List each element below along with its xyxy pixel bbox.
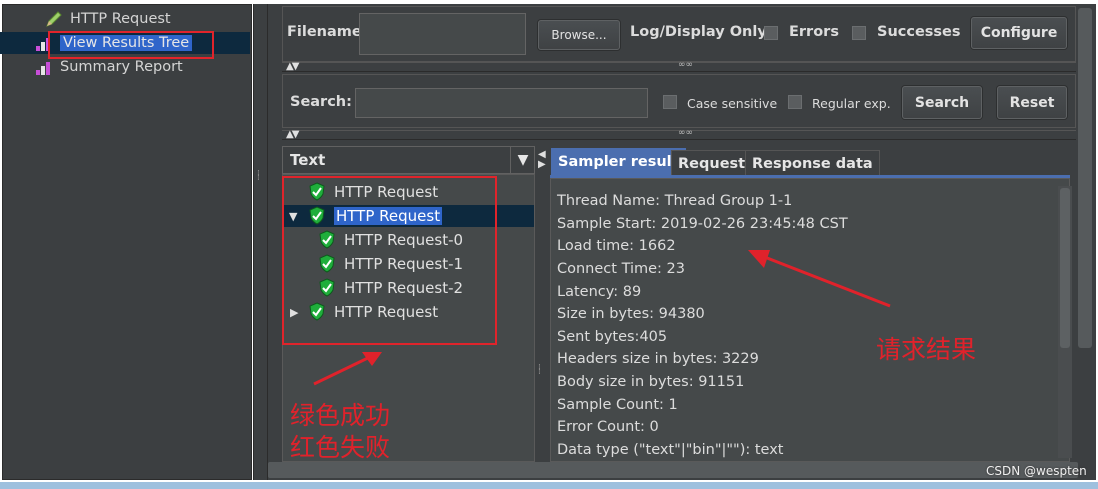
pencil-icon — [44, 10, 64, 28]
case-sensitive-label: Case sensitive — [687, 96, 778, 111]
drag-handle-icon: ∞∞ — [678, 128, 693, 138]
tree-item-summary-report[interactable]: Summary Report — [34, 56, 183, 78]
annotation-failure: 红色失败 — [290, 433, 391, 462]
outer-vertical-scrollbar[interactable] — [1078, 8, 1092, 348]
result-line: Thread Name: Thread Group 1-1 — [557, 193, 793, 209]
annotation-arrow-left — [313, 354, 373, 386]
collapse-arrows-icon[interactable]: ▲▼ — [286, 129, 299, 140]
tree-item-label: Summary Report — [60, 59, 183, 75]
collapse-separator-1[interactable]: ▲▼ ∞∞ — [282, 60, 1076, 72]
filename-input[interactable] — [359, 13, 526, 55]
chart-icon — [34, 58, 54, 76]
horizontal-scrollbar[interactable] — [268, 462, 1078, 478]
annotation-success: 绿色成功 — [290, 401, 391, 430]
arrowhead-right — [748, 250, 770, 268]
regular-exp-label: Regular exp. — [812, 96, 891, 111]
highlight-box-result-tree — [282, 176, 497, 345]
result-line: Data type ("text"|"bin"|""): text — [557, 442, 784, 458]
regular-exp-checkbox[interactable] — [788, 95, 802, 109]
result-line: Sample Start: 2019-02-26 23:45:48 CST — [557, 216, 848, 232]
log-display-only-label: Log/Display Only: — [630, 24, 773, 40]
annotation-request-result: 请求结果 — [876, 335, 977, 364]
split-arrows-icon[interactable]: ◀ ▶ — [538, 150, 546, 170]
content-scrollbar-thumb[interactable] — [1060, 188, 1070, 348]
search-input[interactable] — [355, 88, 648, 118]
highlight-box-view-results-tree — [48, 31, 214, 59]
tab-sampler-result[interactable]: Sampler result — [551, 148, 686, 175]
configure-button[interactable]: Configure — [971, 17, 1067, 49]
successes-checkbox[interactable] — [852, 26, 866, 40]
tab-response-data[interactable]: Response data — [745, 150, 880, 177]
search-button[interactable]: Search — [902, 86, 982, 119]
drag-handle-icon: ∞∞ — [678, 60, 693, 70]
tree-item-label: HTTP Request — [70, 11, 171, 27]
filename-label: Filename — [287, 24, 362, 40]
annotation-arrows — [313, 352, 382, 386]
tab-request[interactable]: Request — [671, 150, 753, 177]
collapse-separator-2[interactable]: ▲▼ ∞∞ — [282, 128, 1076, 140]
browse-button[interactable]: Browse... — [538, 20, 620, 50]
result-line: Connect Time: 23 — [557, 261, 685, 277]
result-line: Error Count: 0 — [557, 419, 659, 435]
annotation-arrow-right — [761, 254, 891, 308]
successes-label: Successes — [877, 24, 961, 40]
bottom-edge — [0, 482, 1098, 489]
renderer-selected-value: Text — [290, 151, 326, 169]
dropdown-arrow-icon[interactable]: ▼ — [510, 146, 535, 174]
result-line: Latency: 89 — [557, 284, 642, 300]
tree-item-http-request[interactable]: HTTP Request — [44, 8, 171, 30]
errors-label: Errors — [789, 24, 839, 40]
search-label: Search: — [290, 94, 352, 110]
errors-checkbox[interactable] — [764, 26, 778, 40]
divider-grip: ⁞ ⁞ — [257, 169, 260, 183]
annotation-arrow-right-svg — [748, 250, 891, 308]
csdn-watermark: CSDN @wespten — [986, 464, 1087, 478]
collapse-arrows-icon[interactable]: ▲▼ — [286, 61, 299, 72]
result-line: Size in bytes: 94380 — [557, 306, 705, 322]
case-sensitive-checkbox[interactable] — [663, 95, 677, 109]
result-line: Load time: 1662 — [557, 238, 676, 254]
split-pane-divider[interactable] — [253, 4, 268, 480]
reset-button[interactable]: Reset — [997, 86, 1067, 119]
